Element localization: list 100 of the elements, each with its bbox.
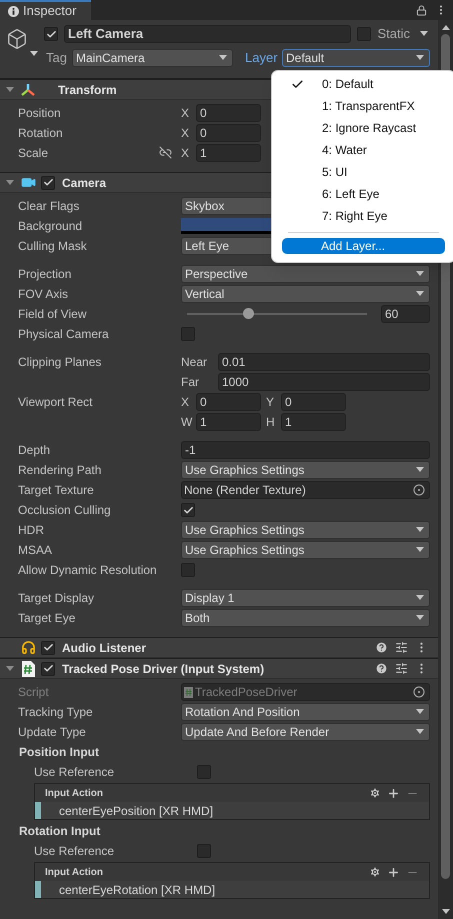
menu-item[interactable]: 4: Water bbox=[272, 139, 453, 161]
slider-thumb[interactable] bbox=[242, 308, 254, 319]
input-field[interactable]: 1 bbox=[196, 413, 261, 431]
checkbox[interactable] bbox=[181, 563, 195, 577]
dropdown[interactable]: Update And Before Render bbox=[181, 723, 430, 741]
field-label: FOV Axis bbox=[18, 287, 68, 301]
settings-icon[interactable] bbox=[369, 866, 381, 878]
script-icon bbox=[184, 686, 193, 698]
input-field[interactable]: 0 bbox=[196, 124, 261, 142]
field-label: Target Display bbox=[18, 591, 94, 605]
menu-item[interactable]: 2: Ignore Raycast bbox=[272, 117, 453, 139]
field-label: Field of View bbox=[18, 307, 86, 321]
field-label: Use Reference bbox=[34, 765, 114, 779]
cube-icon[interactable] bbox=[6, 28, 28, 50]
input-field[interactable]: 60 bbox=[381, 305, 430, 323]
field-label: Update Type bbox=[18, 725, 86, 739]
input-field[interactable]: 0 bbox=[196, 393, 261, 411]
field-label: Tracking Type bbox=[18, 705, 93, 719]
check-icon bbox=[42, 663, 54, 674]
field-label: Projection bbox=[18, 267, 72, 281]
field-label: Script bbox=[18, 685, 49, 699]
input-field[interactable]: 1 bbox=[196, 144, 261, 162]
dropdown[interactable]: Both bbox=[181, 609, 430, 627]
binding-row[interactable]: centerEyePosition [XR HMD] bbox=[35, 802, 429, 819]
presets-icon[interactable] bbox=[395, 641, 408, 654]
enable-checkbox[interactable] bbox=[41, 640, 55, 654]
inspector-tab[interactable]: Inspector bbox=[0, 0, 91, 20]
input-field[interactable]: 1 bbox=[281, 413, 346, 431]
input-field[interactable]: 0 bbox=[281, 393, 346, 411]
settings-icon[interactable] bbox=[369, 787, 381, 799]
caret-icon bbox=[416, 595, 424, 601]
dropdown[interactable]: Use Graphics Settings bbox=[181, 541, 430, 559]
constrain-proportions-icon[interactable] bbox=[159, 146, 172, 159]
field-label: Rotation Input bbox=[19, 823, 100, 840]
checkbox[interactable] bbox=[181, 503, 195, 517]
input-field[interactable]: 0 bbox=[196, 104, 261, 122]
add-icon[interactable] bbox=[387, 866, 400, 878]
dropdown[interactable]: Display 1 bbox=[181, 589, 430, 607]
dropdown[interactable]: Vertical bbox=[181, 285, 430, 303]
field-label: HDR bbox=[18, 523, 44, 537]
field-label: Culling Mask bbox=[18, 239, 87, 253]
field-label: Physical Camera bbox=[18, 327, 109, 341]
menu-item[interactable]: Add Layer... bbox=[282, 238, 445, 254]
component-title: Tracked Pose Driver (Input System) bbox=[61, 660, 264, 678]
foldout-caret-icon[interactable] bbox=[6, 178, 14, 186]
dropdown[interactable]: MainCamera bbox=[72, 49, 233, 67]
enable-checkbox[interactable] bbox=[41, 662, 55, 676]
component-title: Camera bbox=[61, 174, 106, 192]
static-checkbox[interactable] bbox=[357, 27, 372, 41]
add-icon[interactable] bbox=[387, 786, 400, 800]
presets-icon[interactable] bbox=[395, 662, 408, 675]
object-field[interactable]: None (Render Texture) bbox=[181, 481, 430, 499]
dropdown[interactable]: Use Graphics Settings bbox=[181, 521, 430, 539]
field-label: Tag bbox=[46, 49, 68, 68]
component-title: Transform bbox=[57, 82, 117, 98]
caret-icon bbox=[416, 527, 424, 533]
binding-row[interactable]: centerEyeRotation [XR HMD] bbox=[35, 881, 429, 898]
dropdown[interactable]: Rotation And Position bbox=[181, 703, 430, 721]
caret-icon bbox=[416, 729, 424, 735]
foldout-caret-icon[interactable] bbox=[6, 86, 14, 94]
field-label: X bbox=[181, 105, 190, 122]
field-label: Position Input bbox=[19, 744, 99, 761]
caret-icon bbox=[416, 291, 424, 297]
caret-icon bbox=[416, 547, 424, 553]
caret-icon bbox=[420, 31, 428, 37]
field-label: Clipping Planes bbox=[18, 355, 102, 369]
lock-icon[interactable] bbox=[416, 4, 427, 16]
help-icon[interactable] bbox=[375, 662, 388, 675]
field-label: X bbox=[181, 394, 190, 411]
field-label: Y bbox=[266, 394, 276, 411]
field-label: Scale bbox=[18, 146, 48, 160]
dropdown[interactable]: Perspective bbox=[181, 265, 430, 283]
layer-dropdown[interactable]: Default bbox=[282, 49, 430, 67]
field-label: Viewport Rect bbox=[18, 395, 92, 409]
component-header[interactable]: Audio Listener bbox=[0, 637, 438, 658]
checkbox[interactable] bbox=[197, 765, 211, 779]
check-icon bbox=[182, 504, 194, 516]
active-checkbox[interactable] bbox=[44, 27, 58, 41]
input-field[interactable]: 0.01 bbox=[218, 353, 430, 371]
input-field[interactable]: 1000 bbox=[218, 373, 430, 391]
name-field[interactable]: Left Camera bbox=[64, 25, 352, 43]
headphones-icon bbox=[20, 640, 36, 655]
check-icon bbox=[46, 28, 56, 40]
foldout-caret-icon[interactable] bbox=[6, 664, 14, 672]
field-label: Occlusion Culling bbox=[18, 503, 111, 517]
field-label: Rendering Path bbox=[18, 463, 102, 477]
checkbox[interactable] bbox=[181, 327, 195, 341]
caret-icon bbox=[416, 271, 424, 277]
field-label: Far bbox=[181, 374, 200, 391]
field-label: Static bbox=[377, 25, 410, 44]
field-label: Target Eye bbox=[18, 611, 76, 625]
camera-icon bbox=[20, 175, 36, 190]
checkbox[interactable] bbox=[197, 844, 211, 858]
transform-icon bbox=[20, 82, 36, 96]
object-picker-icon[interactable] bbox=[413, 484, 425, 496]
component-header[interactable]: Tracked Pose Driver (Input System) bbox=[0, 658, 438, 679]
enable-checkbox[interactable] bbox=[41, 176, 55, 190]
help-icon[interactable] bbox=[375, 641, 388, 654]
input-field[interactable]: -1 bbox=[181, 441, 430, 459]
dropdown[interactable]: Use Graphics Settings bbox=[181, 461, 430, 479]
